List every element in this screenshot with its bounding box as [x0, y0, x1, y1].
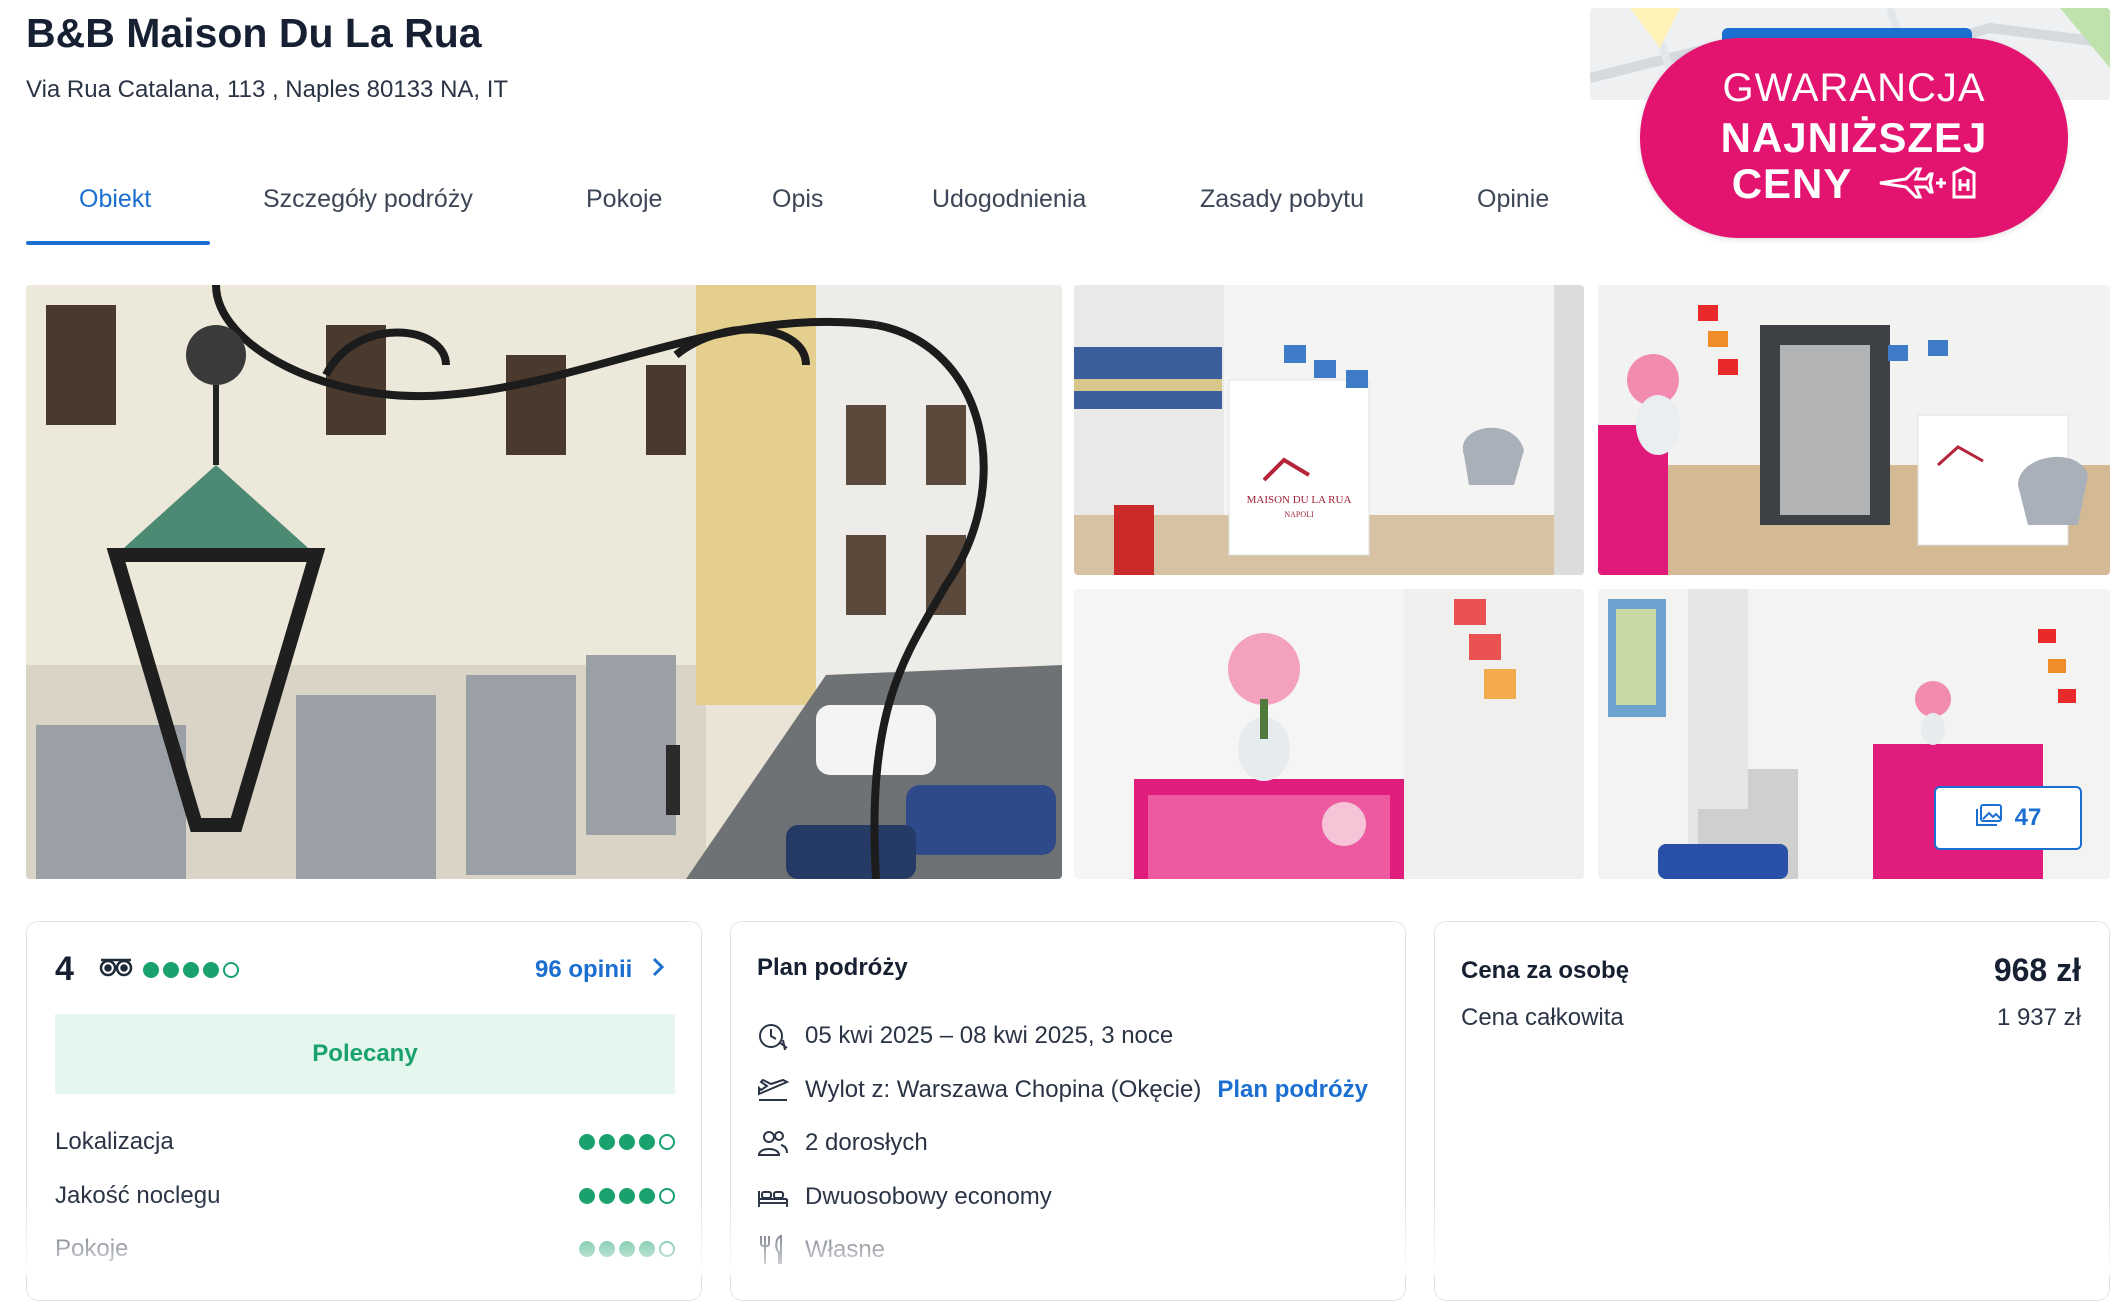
rating-bubble-filled [639, 1241, 655, 1257]
badge-line-3-text: CENY [1731, 160, 1852, 207]
price-total-row: Cena całkowita 1 937 zł [1461, 1004, 2081, 1032]
trip-plan-card: Plan podróży 05 kwi 2025 – 08 kwi 2025, … [730, 921, 1406, 1301]
calendar-plane-icon [757, 1020, 789, 1052]
trip-dates-row: 05 kwi 2025 – 08 kwi 2025, 3 noce [757, 1016, 1377, 1056]
rating-bubble-filled [599, 1241, 615, 1257]
tab-opinie[interactable]: Opinie [1477, 185, 1549, 214]
rating-row-location: Lokalizacja [55, 1122, 675, 1162]
price-per-person-value: 968 zł [1993, 952, 2081, 988]
price-total-value: 1 937 zł [1996, 1004, 2081, 1031]
badge-line-3: CENY [1640, 160, 2068, 211]
trip-plan-link[interactable]: Plan podróży [1217, 1076, 1368, 1104]
rating-bubble-filled [639, 1134, 655, 1150]
tab-opis[interactable]: Opis [772, 185, 823, 214]
rating-bubble-filled [163, 961, 179, 978]
maison-logo-text: MAISON DU LA RUA [1247, 494, 1352, 506]
rating-bubble-filled [599, 1188, 615, 1204]
users-icon [757, 1127, 789, 1159]
photo-count: 47 [2014, 804, 2042, 831]
rating-bubble-filled [143, 961, 159, 978]
rating-bubble-filled [579, 1188, 595, 1204]
rating-row-bubbles [579, 1134, 675, 1150]
tab-udogodnienia[interactable]: Udogodnienia [932, 185, 1086, 214]
rating-row-label: Pokoje [55, 1235, 129, 1262]
badge-line-1: GWARANCJA [1722, 66, 1986, 110]
plane-plus-hotel-icon [1876, 163, 1976, 211]
rating-row-quality: Jakość noclegu [55, 1176, 675, 1216]
rating-bubble-filled [203, 961, 219, 978]
property-address: Via Rua Catalana, 113 , Naples 80133 NA,… [26, 76, 509, 103]
reviews-link-label: 96 opinii [535, 956, 633, 983]
price-total-label: Cena całkowita [1461, 1004, 1624, 1031]
board-text: Własne [805, 1236, 886, 1263]
rating-row-label: Jakość noclegu [55, 1182, 221, 1209]
lowest-price-guarantee-badge: GWARANCJA NAJNIŻSZEJ CENY [1640, 38, 2068, 238]
gallery-photo-entrance[interactable] [1598, 285, 2110, 575]
recommended-banner: Polecany [55, 1014, 675, 1094]
tripadvisor-owl-icon [99, 956, 133, 983]
price-per-person-row: Cena za osobę 968 zł [1461, 952, 2081, 989]
gallery-photo-console[interactable] [1074, 589, 1584, 879]
active-tab-underline [26, 241, 210, 245]
trip-plan-title: Plan podróży [757, 954, 908, 981]
rating-bubble-filled [619, 1188, 635, 1204]
board-row: Własne [757, 1230, 1377, 1270]
rating-bubble-filled [619, 1134, 635, 1150]
rating-bubble-empty [659, 1188, 675, 1204]
rating-bubble-filled [639, 1188, 655, 1204]
rating-bubbles [143, 961, 239, 978]
maison-logo-sub: NAPOLI [1284, 510, 1314, 519]
badge-line-2: NAJNIŻSZEJ [1720, 114, 1988, 161]
price-card: Cena za osobę 968 zł Cena całkowita 1 93… [1434, 921, 2110, 1301]
gallery-icon [1975, 803, 2003, 834]
rating-row-label: Lokalizacja [55, 1128, 174, 1155]
gallery-photo-reception[interactable]: MAISON DU LA RUA NAPOLI [1074, 285, 1584, 575]
bed-icon [757, 1181, 789, 1213]
room-text: Dwuosobowy economy [805, 1183, 1052, 1210]
rating-bubble-filled [619, 1241, 635, 1257]
departure-text: Wylot z: Warszawa Chopina (Okęcie) [805, 1076, 1202, 1103]
room-row: Dwuosobowy economy [757, 1177, 1377, 1217]
trip-dates: 05 kwi 2025 – 08 kwi 2025, 3 noce [805, 1022, 1174, 1049]
rating-row-bubbles [579, 1188, 675, 1204]
rating-card: 4 96 opinii Polecany Lokalizacja Jakość … [26, 921, 702, 1301]
departure-row: Wylot z: Warszawa Chopina (Okęcie) Plan … [757, 1070, 1377, 1110]
guests-text: 2 dorosłych [805, 1129, 928, 1156]
tab-pokoje[interactable]: Pokoje [586, 185, 662, 214]
rating-row-rooms: Pokoje [55, 1229, 675, 1269]
guests-row: 2 dorosłych [757, 1123, 1377, 1163]
rating-bubble-filled [183, 961, 199, 978]
rating-score: 4 [55, 950, 74, 988]
rating-bubble-filled [599, 1134, 615, 1150]
tab-obiekt[interactable]: Obiekt [79, 185, 151, 214]
rating-bubble-filled [579, 1241, 595, 1257]
rating-bubble-filled [579, 1134, 595, 1150]
tab-szczegoly-podrozy[interactable]: Szczegóły podróży [263, 185, 473, 214]
chevron-right-icon [651, 956, 665, 985]
all-photos-button[interactable]: 47 [1934, 786, 2082, 850]
rating-bubble-empty [223, 961, 239, 978]
rating-bubble-empty [659, 1241, 675, 1257]
rating-row-bubbles [579, 1241, 675, 1257]
section-tabs: Obiekt Szczegóły podróży Pokoje Opis Udo… [26, 165, 1586, 245]
reviews-link[interactable]: 96 opinii [535, 956, 665, 985]
price-per-person-label: Cena za osobę [1461, 956, 1630, 984]
main-photo[interactable] [26, 285, 1062, 879]
tripadvisor-rating [99, 956, 239, 983]
tab-zasady-pobytu[interactable]: Zasady pobytu [1200, 185, 1364, 214]
cutlery-icon [757, 1234, 789, 1266]
rating-bubble-empty [659, 1134, 675, 1150]
plane-icon [757, 1074, 790, 1106]
property-title: B&B Maison Du La Rua [26, 10, 482, 56]
